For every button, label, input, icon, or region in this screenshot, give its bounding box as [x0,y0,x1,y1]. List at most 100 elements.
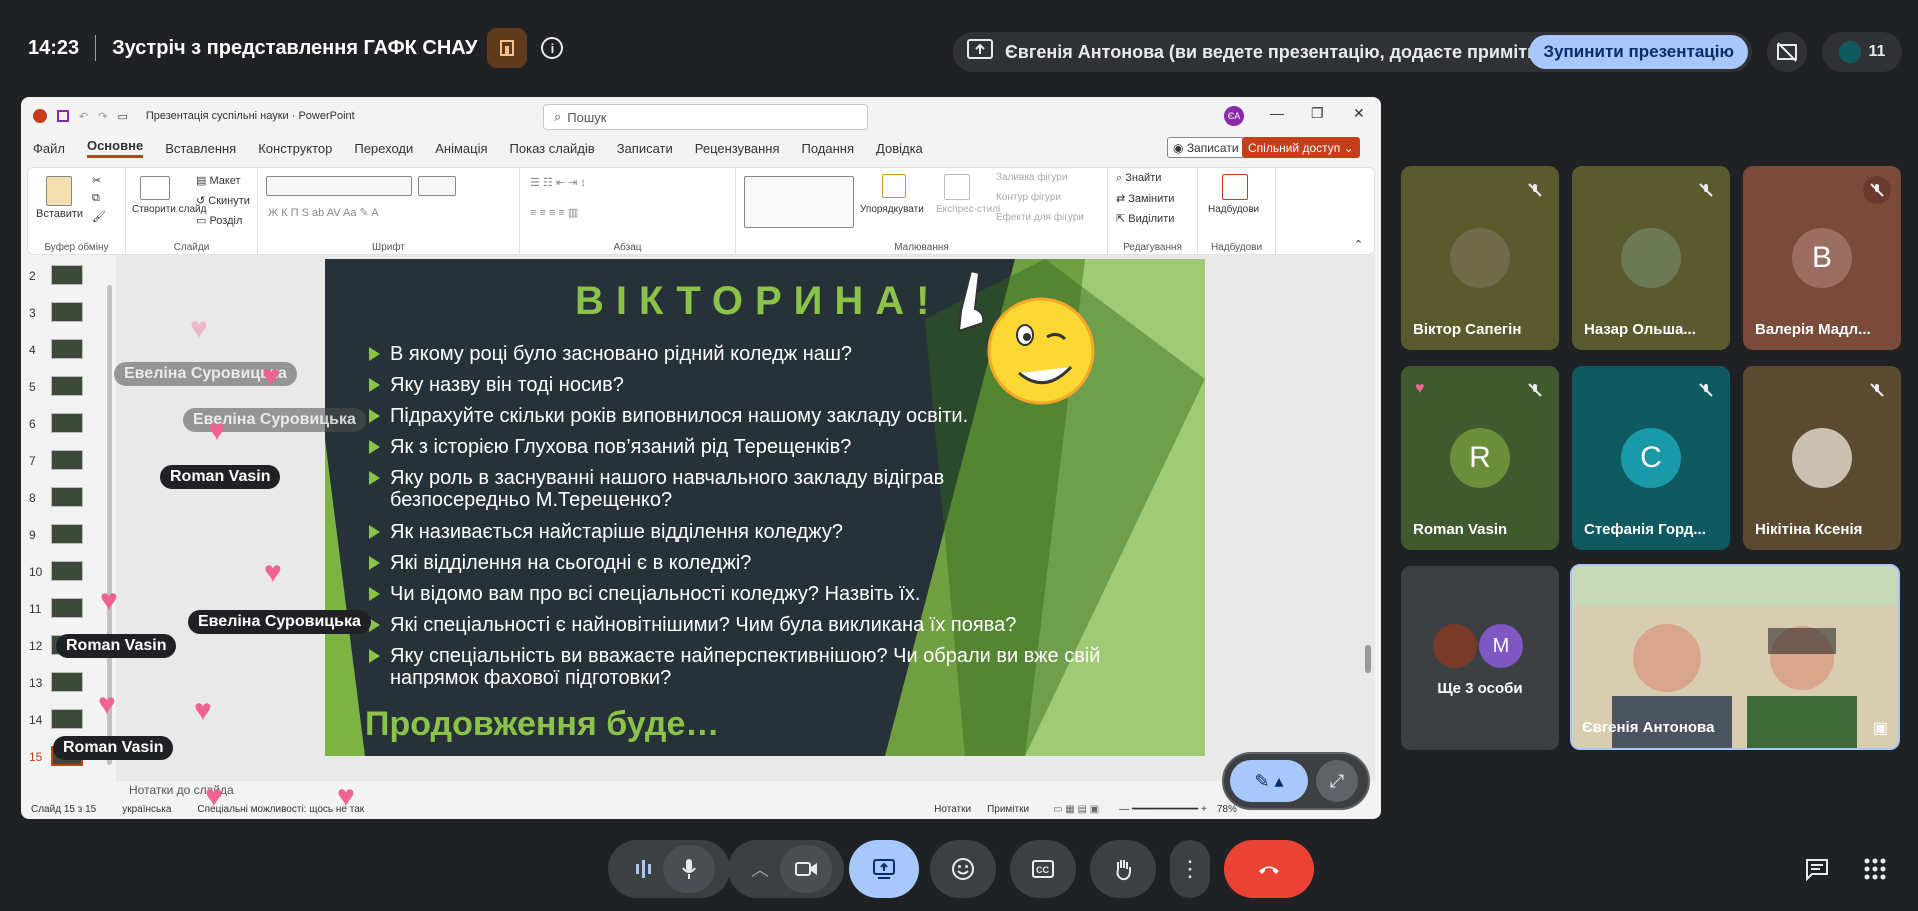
activities-grid-icon[interactable] [1858,852,1892,886]
layout-button[interactable]: ▤ Макет [196,174,241,187]
muted-mic-icon [1863,176,1891,204]
captions-button[interactable]: CC [1010,840,1076,898]
current-slide[interactable]: ВІКТОРИНА! В якому році було засновано р… [325,259,1205,756]
ppt-search-box[interactable]: ⌕ Пошук [543,104,868,130]
more-options-button[interactable]: ⋮ [1170,840,1210,898]
section-button[interactable]: ▭ Розділ [196,214,242,227]
copy-icon[interactable]: ⧉ [92,192,100,205]
quick-styles-label[interactable]: Експрес-стилі [936,204,1000,215]
shape-fill-label[interactable]: Заливка фігури [996,172,1067,183]
menu-record[interactable]: Записати [617,141,673,156]
select-button[interactable]: ⇱ Виділити [1116,212,1174,225]
participant-tile[interactable]: Назар Ольша... [1572,166,1730,350]
others-tile[interactable]: M Ще 3 особи [1401,566,1559,750]
reset-button[interactable]: ↺ Скинути [196,194,250,207]
microphone-icon[interactable] [663,845,715,893]
participant-tile[interactable]: ♥ R Roman Vasin [1401,366,1559,550]
reactions-button[interactable] [930,840,996,898]
zoom-level[interactable]: 78% [1217,804,1237,815]
camera-icon[interactable] [780,845,832,893]
notes-toggle[interactable]: Нотатки [934,804,971,815]
participant-tile[interactable]: В Валерія Мадл... [1743,166,1901,350]
addins-label[interactable]: Надбудови [1208,204,1259,215]
comments-toggle[interactable]: Примітки [987,804,1029,815]
present-icon[interactable]: ▭ [117,110,127,123]
undo-icon[interactable]: ↶ [79,110,88,123]
list-icons[interactable]: ☰ ☷ ⇤ ⇥ ↕ [530,176,586,189]
replace-button[interactable]: ⇄ Замінити [1116,192,1174,205]
menu-animations[interactable]: Анімація [435,141,487,156]
redo-icon[interactable]: ↷ [98,110,107,123]
addins-icon[interactable] [1222,174,1248,200]
align-icons[interactable]: ≡ ≡ ≡ ≡ ▥ [530,206,578,219]
chevron-up-icon[interactable]: ︿ [740,856,780,882]
chat-icon[interactable] [1800,852,1834,886]
ppt-user-avatar[interactable]: ЄА [1224,106,1244,126]
shapes-gallery[interactable] [744,176,854,228]
fullscreen-icon[interactable]: ⤢ [1316,760,1358,802]
slide-thumbnail[interactable]: 2 [21,263,116,289]
slide-thumbnail[interactable]: 5 [21,374,116,400]
paste-icon[interactable] [46,176,72,206]
zoom-slider[interactable]: — ━━━━━━━━━━━ + [1119,804,1207,815]
save-icon[interactable] [57,110,69,122]
new-slide-icon[interactable] [140,176,170,200]
font-name-dropdown[interactable] [266,176,412,196]
shape-effects-label[interactable]: Ефекти для фігури [996,212,1084,223]
restore-icon[interactable]: ❐ [1311,105,1324,122]
paste-label[interactable]: Вставити [36,208,83,220]
font-format-icons[interactable]: Ж К П S ab AV Aa ✎ A [268,206,379,219]
record-button[interactable]: ◉ Записати [1167,137,1245,158]
slide-number: 10 [29,565,43,579]
raise-hand-button[interactable] [1090,840,1156,898]
shape-outline-label[interactable]: Контур фігури [996,192,1061,203]
participant-avatar [1450,228,1510,288]
annotate-button[interactable]: ✎ ▴ [1230,760,1308,802]
select-label: Виділити [1128,213,1175,225]
host-controls-icon[interactable] [487,28,528,68]
arrange-label[interactable]: Упорядкувати [860,204,924,215]
view-buttons[interactable]: ▭ ▦ ▤ ▣ [1053,804,1099,815]
close-icon[interactable]: ✕ [1353,105,1365,122]
format-painter-icon[interactable]: 🖌 [92,210,106,223]
captions-off-icon[interactable] [1767,32,1807,72]
menu-transitions[interactable]: Переходи [354,141,413,156]
collapse-ribbon-icon[interactable]: ⌃ [1354,238,1363,251]
info-icon[interactable]: i [541,37,564,59]
canvas-scrollbar[interactable] [1365,645,1371,673]
slide-thumbnail[interactable]: 8 [21,485,116,511]
present-button[interactable] [849,840,919,898]
menu-file[interactable]: Файл [33,141,65,156]
slide-thumbnail[interactable]: 3 [21,300,116,326]
menu-slideshow[interactable]: Показ слайдів [510,141,595,156]
menu-view[interactable]: Подання [802,141,855,156]
share-button[interactable]: Спільний доступ ⌄ [1242,137,1360,158]
people-button[interactable]: 11 [1822,32,1902,72]
notes-bar[interactable]: Нотатки до слайда [21,781,1381,799]
language-status[interactable]: українська [122,804,171,815]
minimize-icon[interactable]: — [1270,105,1284,121]
slide-thumbnail[interactable]: 6 [21,411,116,437]
slide-thumbnail[interactable]: 7 [21,448,116,474]
main-speaker-tile[interactable]: Євгенія Антонова ▣ [1570,564,1900,750]
picture-in-picture-icon[interactable]: ▣ [1873,718,1888,738]
menu-insert[interactable]: Вставлення [165,141,236,156]
arrange-icon[interactable] [882,174,906,198]
slide-thumbnail[interactable]: 9 [21,522,116,548]
cut-icon[interactable]: ✂ [92,174,101,187]
clipboard-label: Буфер обміну [44,242,109,253]
menu-help[interactable]: Довідка [876,141,923,156]
participant-tile[interactable]: С Стефанія Горд... [1572,366,1730,550]
quick-styles-icon[interactable] [944,174,970,200]
stop-presenting-button[interactable]: Зупинити презентацію [1529,35,1748,69]
menu-design[interactable]: Конструктор [258,141,332,156]
participant-tile[interactable]: Віктор Сапегін [1401,166,1559,350]
slide-thumbnail[interactable]: 4 [21,337,116,363]
slide-thumbnail[interactable]: 10 [21,559,116,585]
menu-review[interactable]: Рецензування [695,141,780,156]
find-button[interactable]: ⌕ Знайти [1116,172,1161,185]
participant-tile[interactable]: Нікітіна Ксенія [1743,366,1901,550]
leave-call-button[interactable] [1224,840,1314,898]
font-size-dropdown[interactable] [418,176,456,196]
menu-home[interactable]: Основне [86,138,144,158]
